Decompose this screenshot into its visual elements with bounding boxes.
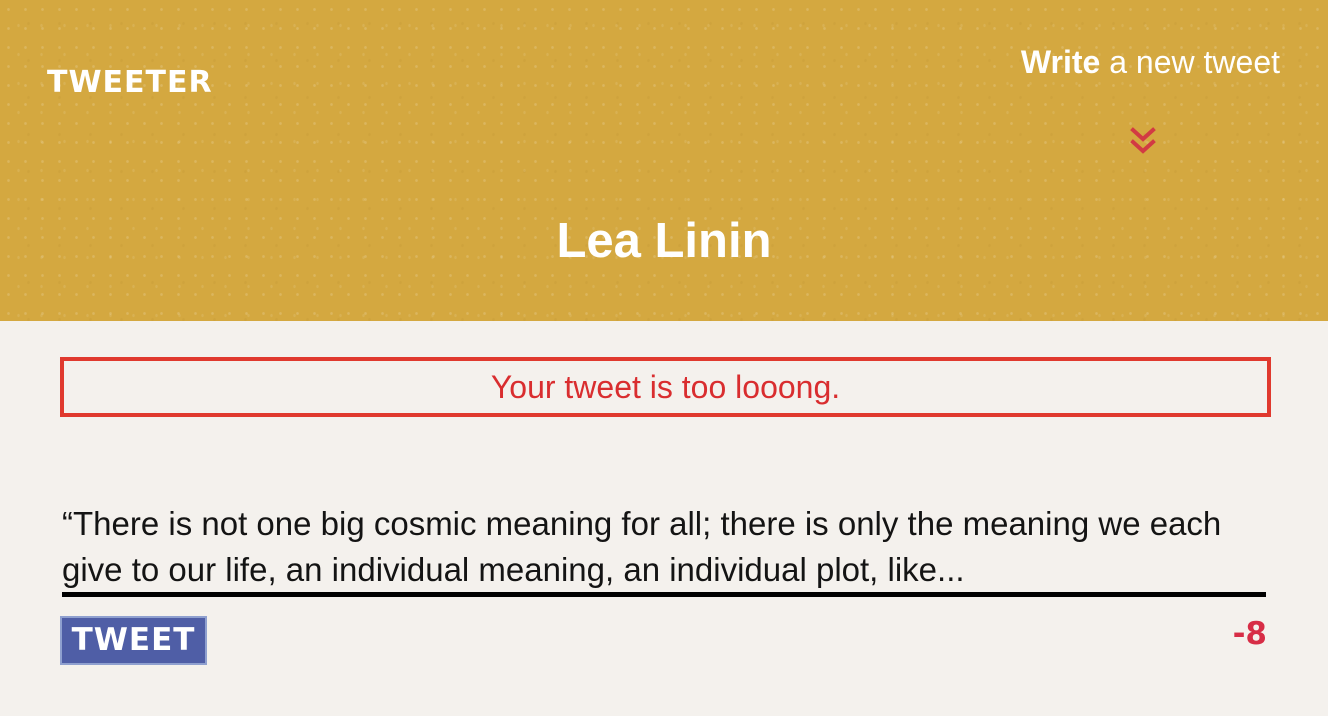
error-alert: Your tweet is too looong. (60, 357, 1271, 417)
write-new-tweet-link[interactable]: Write a new tweet (1021, 42, 1280, 82)
double-chevron-down-icon[interactable] (1130, 126, 1156, 158)
tweet-textarea[interactable]: “There is not one big cosmic meaning for… (62, 501, 1266, 597)
app-logo: TWEETER (47, 65, 213, 100)
profile-name: Lea Linin (556, 214, 772, 268)
tweet-button[interactable]: TWEET (60, 616, 207, 665)
write-new-tweet-label: a new tweet (1100, 44, 1280, 80)
character-counter: -8 (1232, 616, 1267, 652)
profile-header: TWEETER Write a new tweet Lea Linin (0, 0, 1328, 321)
write-new-tweet-emphasis: Write (1020, 44, 1101, 80)
